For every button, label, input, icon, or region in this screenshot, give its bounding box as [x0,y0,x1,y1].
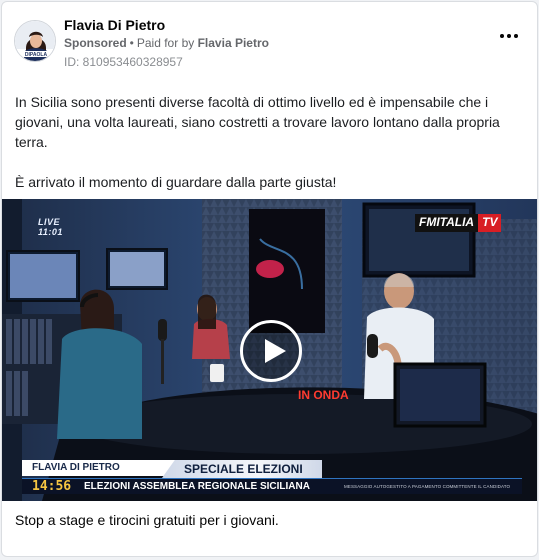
channel-logo-tv: TV [478,214,502,232]
sponsored-meta: Sponsored • Paid for by Flavia Pietro [64,36,269,50]
paid-for-name: Flavia Pietro [197,36,269,50]
more-options-icon[interactable] [497,26,521,46]
video-player[interactable]: LIVE 11:01 FMITALIA TV IN ONDA FLAVIA DI … [2,199,537,501]
sponsored-label: Sponsored [64,36,127,50]
post-body-text: In Sicilia sono presenti diverse facoltà… [15,92,525,192]
live-label: LIVE [38,217,61,227]
post-header: DIPAOLA Flavia Di Pietro Sponsored • Paid … [2,2,537,82]
body-paragraph: In Sicilia sono presenti diverse facoltà… [15,94,500,150]
avatar-image: DIPAOLA [15,21,55,61]
live-time: 11:01 [38,227,63,237]
body-paragraph: È arrivato il momento di guardare dalla … [15,174,337,190]
channel-logo: FMITALIA TV [415,214,502,232]
lower-third-ticker: 14:56 ELEZIONI ASSEMBLEA REGIONALE SICIL… [22,478,522,494]
meta-separator: • [129,36,134,50]
lower-third-name: FLAVIA DI PIETRO [22,460,182,476]
page-name-link[interactable]: Flavia Di Pietro [64,17,165,33]
sponsored-post-card: DIPAOLA Flavia Di Pietro Sponsored • Paid … [1,1,538,557]
more-dot [514,34,518,38]
play-icon [265,339,286,363]
channel-logo-text: FMITALIA [415,214,479,232]
lower-third-topic: SPECIALE ELEZIONI [162,460,322,478]
play-button[interactable] [240,320,302,382]
video-lower-third: FLAVIA DI PIETRO SPECIALE ELEZIONI 14:56… [22,460,522,496]
paid-for-prefix: Paid for by [136,36,195,50]
lower-third-time: 14:56 [32,479,72,494]
lower-third-headline: ELEZIONI ASSEMBLEA REGIONALE SICILIANA [84,481,310,492]
more-dot [500,34,504,38]
ad-headline[interactable]: Stop a stage e tirocini gratuiti per i g… [15,512,279,528]
more-dot [507,34,511,38]
live-badge: LIVE 11:01 [38,217,63,237]
on-air-sign: IN ONDA [298,388,349,402]
avatar-logo-text: DIPAOLA [25,52,48,58]
ad-library-id: ID: 810953460328957 [64,55,183,69]
page-avatar[interactable]: DIPAOLA [14,20,56,62]
lower-third-disclaimer: MESSAGGIO AUTOGESTITO A PAGAMENTO COMMIT… [344,484,511,489]
